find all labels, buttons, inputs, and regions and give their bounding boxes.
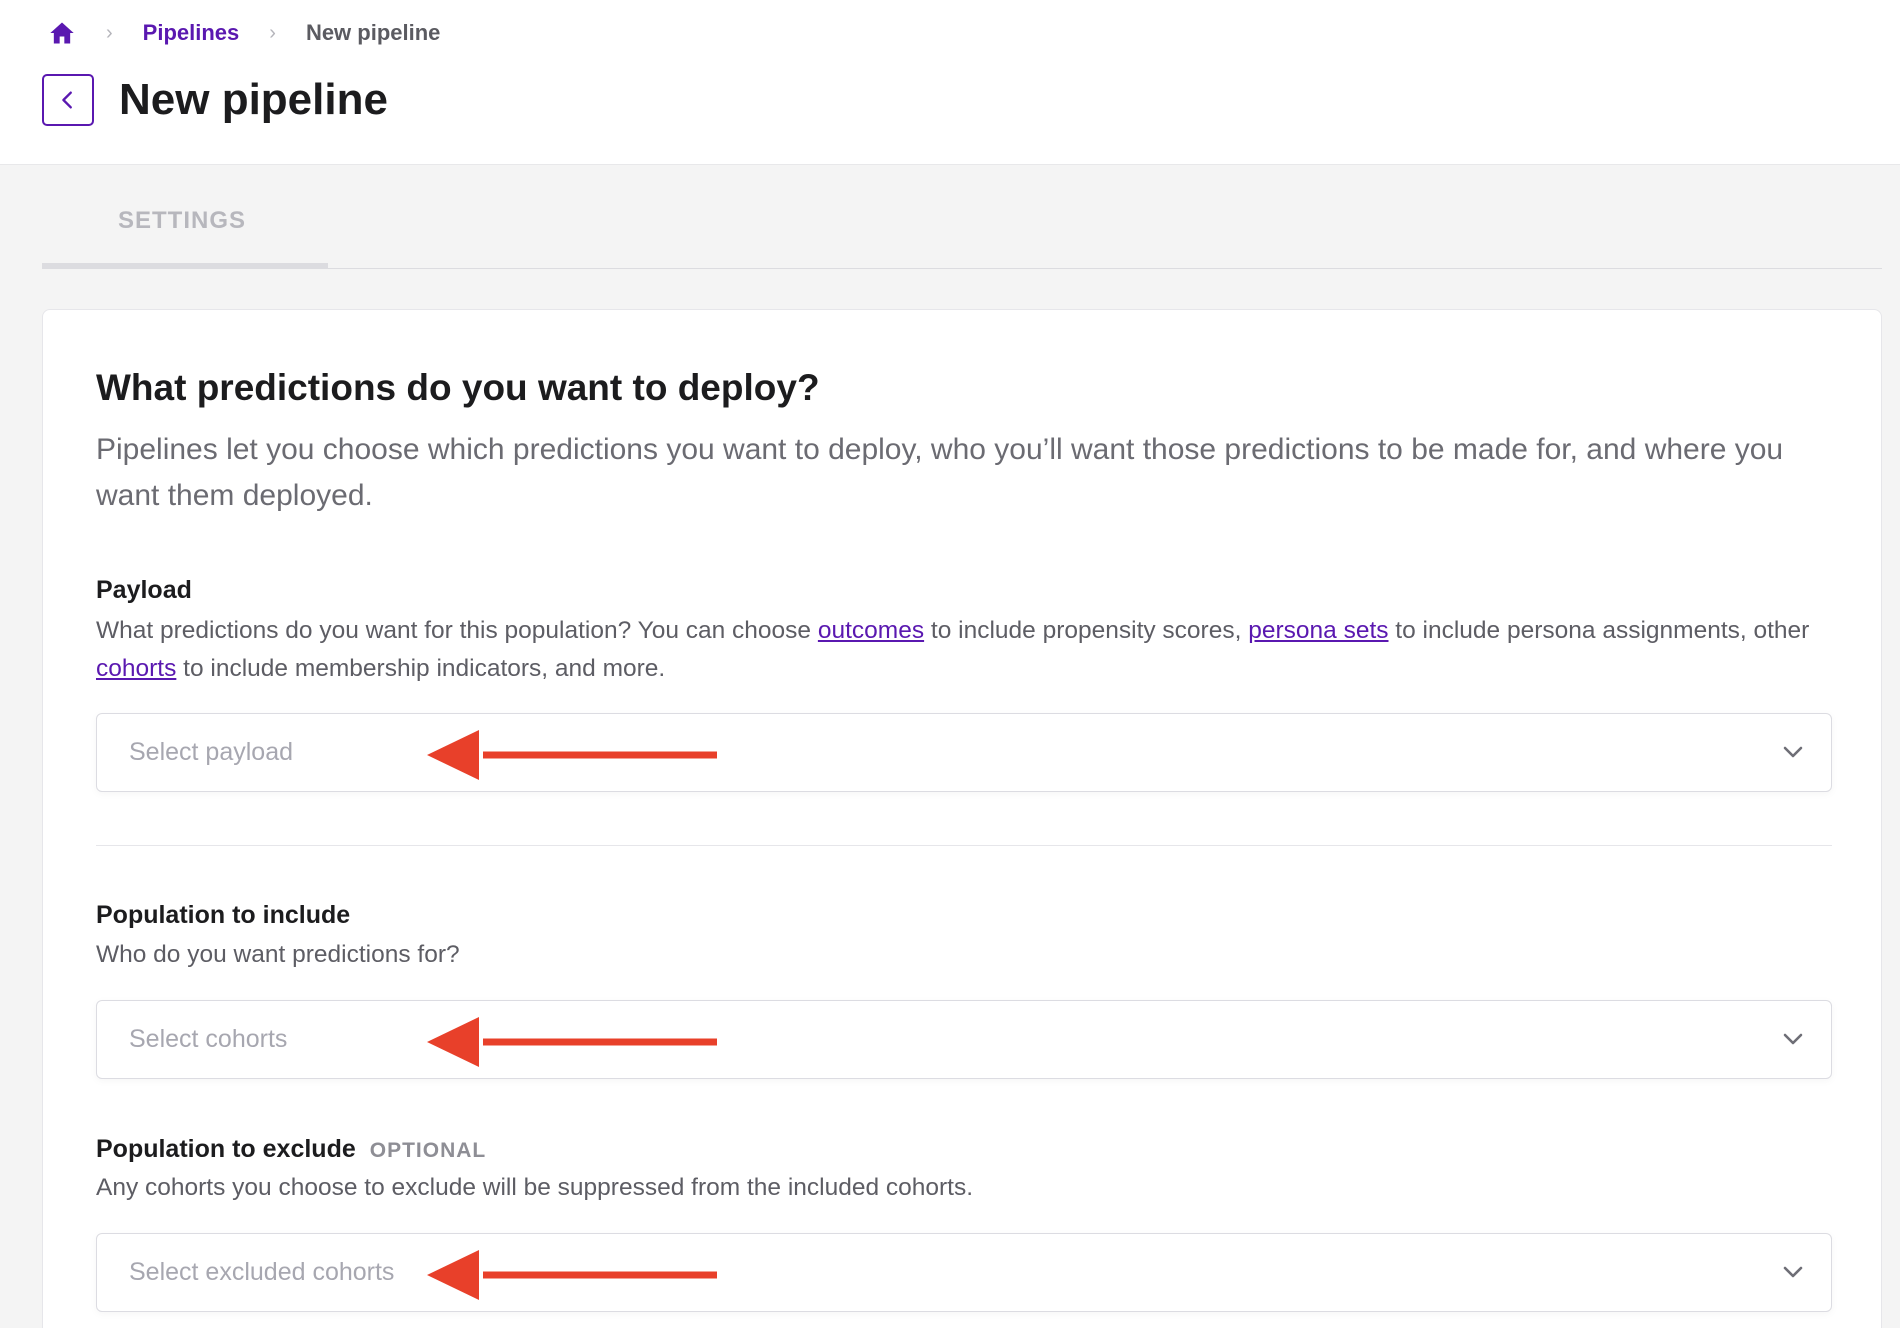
include-label: Population to include [96,901,351,929]
settings-card: What predictions do you want to deploy? … [42,309,1882,1328]
payload-label: Payload [96,576,192,604]
exclude-cohorts-select[interactable]: Select excluded cohorts [96,1233,1832,1312]
back-button[interactable] [42,74,94,126]
annotation-arrow-icon [427,730,717,780]
chevron-down-icon [1783,746,1803,758]
exclude-select-placeholder: Select excluded cohorts [129,1258,395,1286]
include-help: Who do you want predictions for? [96,941,460,968]
annotation-arrow-icon [427,1250,717,1300]
payload-select[interactable]: Select payload [96,713,1832,792]
payload-help: What predictions do you want for this po… [96,617,1810,682]
breadcrumb-current: New pipeline [305,20,441,45]
cohorts-link[interactable]: cohorts [96,655,176,682]
exclude-label: Population to exclude OPTIONAL [96,1135,487,1163]
chevron-left-icon [62,91,72,109]
include-cohorts-select[interactable]: Select cohorts [96,1000,1832,1079]
page-title: New pipeline [119,75,388,124]
payload-select-placeholder: Select payload [129,738,294,766]
outcomes-link[interactable]: outcomes [818,617,924,644]
optional-tag: OPTIONAL [369,1139,487,1162]
annotation-arrow-icon [427,1017,717,1067]
tab-bar: SETTINGS [42,165,1882,269]
exclude-help: Any cohorts you choose to exclude will b… [96,1174,974,1201]
section-divider [96,845,1832,846]
persona-sets-link[interactable]: persona sets [1248,617,1388,644]
chevron-down-icon [1783,1033,1803,1045]
breadcrumb: › Pipelines › New pipeline [48,18,440,48]
tab-settings[interactable]: SETTINGS [42,165,328,269]
breadcrumb-pipelines-link[interactable]: Pipelines [143,20,240,46]
include-select-placeholder: Select cohorts [129,1025,288,1053]
card-heading: What predictions do you want to deploy? [96,367,820,408]
card-description: Pipelines let you choose which predictio… [96,433,1784,512]
home-icon[interactable] [48,19,76,47]
top-header: › Pipelines › New pipeline New pipeline [0,0,1900,165]
breadcrumb-separator-icon: › [269,21,276,44]
breadcrumb-separator-icon: › [106,21,113,44]
chevron-down-icon [1783,1266,1803,1278]
